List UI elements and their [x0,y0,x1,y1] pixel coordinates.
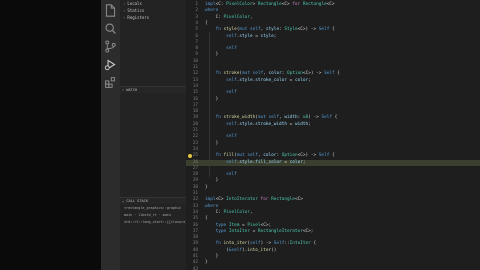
code-text: where [205,203,219,209]
chevron-right-icon: › [122,88,125,92]
code-text: self.style.fill_color = color; [226,159,306,165]
code-text: } [205,96,219,102]
code-text: (&self).into_iter() [205,247,277,253]
call-stack-frame[interactable]: <rectangle_graphics::graphic [120,205,186,212]
source-control-icon[interactable] [104,40,117,53]
debug-sidebar: › Locals › Statics › Registers › WATCH ⌄ CALL… [120,0,187,270]
code-text: type IntoIter = RectangleIterator<C>; [215,228,314,234]
code-text: } [205,178,219,184]
variable-scope-label: Statics [127,8,145,13]
files-icon[interactable] [104,4,117,17]
code-text: { [205,216,208,222]
call-stack-frame[interactable]: std::rt::lang_start::{{closure}} [120,219,186,226]
call-stack-label: CALL STACK [126,199,148,203]
extensions-icon[interactable] [104,76,117,89]
code-text: fn stroke_width(mut self, width: u8) -> … [215,115,338,121]
variable-scope-statics[interactable]: › Statics [120,7,186,14]
code-text: fn into_iter(self) -> Self::IntoIter { [215,241,317,247]
variable-scope-label: Registers [127,15,150,20]
chevron-down-icon: ⌄ [122,199,125,203]
code-editor[interactable]: 1 impl<C: PixelColor> Rectangle<C> for Re… [186,0,480,270]
search-icon[interactable] [104,22,117,35]
code-text: self [226,90,237,96]
code-text: C: PixelColor, [205,209,253,215]
code-line: 43 [186,267,480,270]
run-debug-icon[interactable] [104,58,117,71]
code-text: fn fill(mut self, color: Option<C>) -> S… [215,153,335,159]
call-stack-section-header[interactable]: ⌄ CALL STACK [120,197,186,204]
code-text: } [205,52,219,58]
code-text: } [205,254,219,259]
activity-bar [101,0,120,270]
watch-label: WATCH [126,88,138,92]
code-text: { [205,20,208,26]
code-text: self [226,134,237,140]
call-stack-frame-label: <rectangle_graphics::graphic [124,206,182,210]
call-stack-list: <rectangle_graphics::graphicmain · libst… [120,205,186,226]
variable-scope-registers[interactable]: › Registers [120,14,186,21]
code-text: } [205,184,208,190]
code-text: impl<C> IntoIterator for Rectangle<C> [205,197,303,203]
call-stack-frame[interactable]: main · libstd_rt · main [120,212,186,219]
code-text: } [205,140,219,146]
call-stack-frame-label: main · libstd_rt · main [124,213,171,217]
code-text: } [205,260,208,266]
variable-scope-label: Locals [127,1,142,6]
code-text: self.style = style; [226,33,277,39]
code-text: self [226,46,237,52]
chevron-right-icon: › [123,8,126,13]
vscode-window: › Locals › Statics › Registers › WATCH ⌄ CALL… [101,0,480,270]
code-text: where [205,8,219,14]
code-text: self [226,172,237,178]
chevron-right-icon: › [123,15,126,20]
code-text: self.style.stroke_width = width; [226,121,311,127]
code-text: type Item = Pixel<C>; [215,222,272,228]
watch-section-header[interactable]: › WATCH [120,86,186,93]
line-number: 43 [192,266,198,270]
code-text: self.style.stroke_color = color; [226,77,311,83]
code-text: fn stroke(mut self, color: Option<C>) ->… [215,71,340,77]
chevron-right-icon: › [123,1,126,6]
code-text: fn style(mut self, style: Style<C>) -> S… [215,27,335,33]
variables-panel: › Locals › Statics › Registers [120,0,186,21]
call-stack-frame-label: std::rt::lang_start::{{closure}} [124,220,186,224]
code-text: impl<C: PixelColor> Rectangle<C> for Rec… [205,2,335,7]
variable-scope-locals[interactable]: › Locals [120,0,186,7]
code-text: C: PixelColor, [205,14,253,20]
